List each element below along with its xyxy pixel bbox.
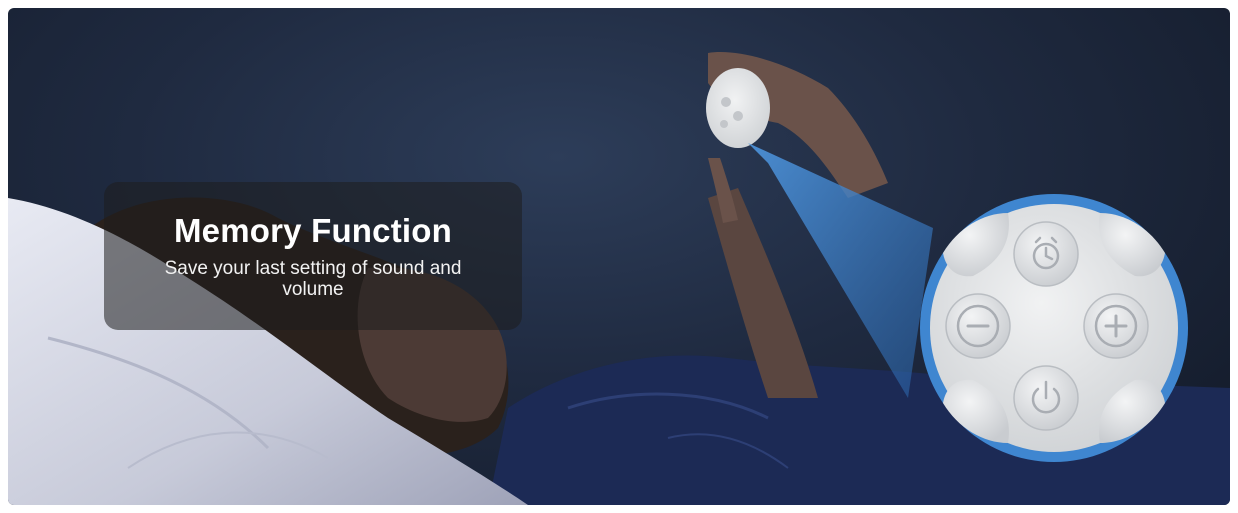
feature-description: Save your last setting of sound and volu… <box>164 258 462 300</box>
feature-title: Memory Function <box>173 212 452 249</box>
minus-button <box>945 293 1011 359</box>
timer-button <box>1013 221 1079 287</box>
plus-button <box>1083 293 1149 359</box>
feature-caption-box: Memory Function Save your last setting o… <box>104 182 522 330</box>
product-banner: Memory Function Save your last setting o… <box>8 8 1230 505</box>
power-button <box>1013 365 1079 431</box>
handheld-device <box>706 68 770 148</box>
